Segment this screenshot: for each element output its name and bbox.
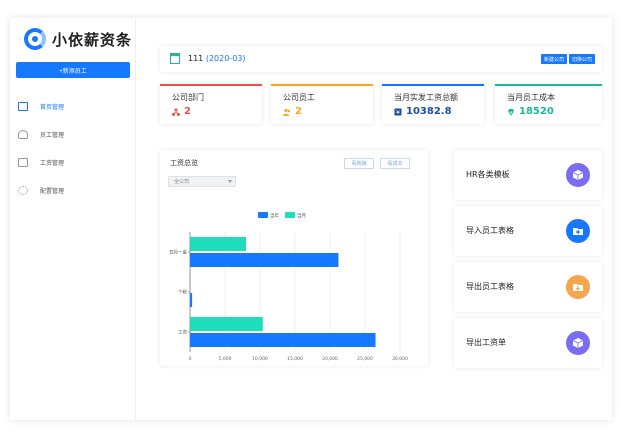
action-card-export-payslips[interactable]: 导出工资单	[454, 318, 602, 368]
action-label: 导出工资单	[466, 338, 506, 347]
action-icon-circle	[566, 163, 590, 187]
action-icon-circle	[566, 219, 590, 243]
stat-label: 公司员工	[283, 93, 315, 102]
logo: 小依薪资条	[24, 28, 132, 50]
stat-value-row: 18520	[507, 106, 554, 117]
sidebar-item-label: 配置管理	[40, 187, 65, 195]
user-icon	[18, 129, 28, 139]
company-header: 111 (2020-03) 新建公司 切换公司	[160, 46, 602, 72]
cost-icon	[508, 108, 514, 116]
y-tick-label: 工资	[178, 329, 187, 336]
stat-accent-bar	[271, 84, 373, 86]
legend-swatch	[258, 212, 268, 218]
action-card-hr-templates[interactable]: HR各类模板	[454, 150, 602, 200]
stat-card-departments: 公司部门 2	[160, 84, 262, 124]
logo-icon	[24, 28, 46, 50]
stat-value-row: 2	[172, 106, 191, 117]
salary-bar-chart: 0 5,000 10,000 15,000 20,000 25,000 30,000 当年 当月…	[169, 212, 408, 362]
dashboard-icon	[18, 101, 28, 111]
y-tick-label: 个税	[178, 289, 187, 296]
stat-card-cost: 当月员工成本 18520	[495, 84, 602, 124]
sidebar-item-label: 工资管理	[40, 159, 65, 167]
stat-accent-bar	[382, 84, 484, 86]
stat-value-row: 2	[283, 106, 302, 117]
department-icon	[172, 108, 180, 116]
wage-icon	[18, 157, 28, 167]
building-icon	[170, 53, 180, 64]
sidebar-item-employees[interactable]: 员工管理	[10, 120, 136, 148]
stat-card-payroll: 当月实发工资总额 10382.8	[382, 84, 484, 124]
legend-swatch	[285, 212, 295, 218]
stat-value: 2	[295, 106, 302, 117]
x-tick-label: 20,000	[322, 356, 338, 362]
x-tick-label: 25,000	[357, 356, 373, 362]
action-label: 导出员工表格	[466, 282, 514, 291]
sidebar-item-label: 员工管理	[40, 131, 65, 139]
stat-label: 公司部门	[172, 93, 204, 102]
legend-label: 当月	[297, 212, 306, 219]
action-icon-circle	[566, 275, 590, 299]
add-employee-button[interactable]: +新添员工	[16, 62, 130, 78]
new-company-button[interactable]: 新建公司	[541, 54, 568, 64]
action-card-import-employees[interactable]: 导入员工表格	[454, 206, 602, 256]
legend-label: 当年	[270, 212, 279, 219]
stat-label: 当月实发工资总额	[394, 93, 458, 102]
sidebar-menu: 首页管理 员工管理 工资管理 配置管理	[10, 92, 136, 204]
stat-card-employees: 公司员工 2	[271, 84, 373, 124]
sidebar-item-home[interactable]: 首页管理	[10, 92, 136, 120]
cube-icon	[572, 170, 584, 180]
stat-value: 18520	[519, 106, 554, 117]
action-icon-circle	[566, 331, 590, 355]
action-card-export-employees[interactable]: 导出员工表格	[454, 262, 602, 312]
company-period: (2020-03)	[205, 54, 246, 63]
action-label: HR各类模板	[466, 170, 510, 179]
folder-export-icon	[573, 284, 583, 291]
employees-icon	[283, 108, 291, 116]
stat-label: 当月员工成本	[507, 93, 555, 102]
app-window: 小依薪资条 +新添员工 首页管理 员工管理 工资管理 配置管理 111 (202…	[10, 18, 612, 420]
sidebar-item-label: 首页管理	[40, 103, 65, 111]
x-tick-label: 5,000	[219, 356, 232, 362]
bar	[190, 317, 263, 331]
stat-value-row: 10382.8	[394, 106, 452, 117]
cube-icon	[572, 338, 584, 348]
company-name: 111	[188, 54, 204, 63]
switch-company-button[interactable]: 切换公司	[569, 54, 596, 64]
stat-accent-bar	[495, 84, 602, 86]
gear-icon	[18, 185, 28, 195]
sidebar: 小依薪资条 +新添员工 首页管理 员工管理 工资管理 配置管理	[10, 18, 136, 420]
sidebar-item-wages[interactable]: 工资管理	[10, 148, 136, 176]
bar	[190, 293, 193, 307]
x-tick-label: 10,000	[252, 356, 268, 362]
salary-overview-panel: 工资总览 看薪酬 看成本 全公司 0 5,000 10,000 15,000 20,00…	[160, 150, 428, 366]
action-label: 导入员工表格	[466, 226, 514, 235]
stat-accent-bar	[160, 84, 262, 86]
logo-text: 小依薪资条	[52, 30, 133, 49]
x-tick-label: 0	[189, 356, 192, 362]
x-tick-label: 30,000	[392, 356, 408, 362]
folder-import-icon	[573, 228, 583, 235]
bar	[190, 253, 339, 267]
stat-value: 2	[184, 106, 191, 117]
company-title: 111 (2020-03)	[188, 54, 246, 63]
bar	[190, 237, 246, 251]
stat-value: 10382.8	[406, 106, 452, 117]
sidebar-item-settings[interactable]: 配置管理	[10, 176, 136, 204]
bar	[190, 333, 376, 347]
x-tick-label: 15,000	[287, 356, 303, 362]
y-tick-label: 五险一金	[169, 249, 187, 256]
payroll-icon	[394, 108, 402, 115]
